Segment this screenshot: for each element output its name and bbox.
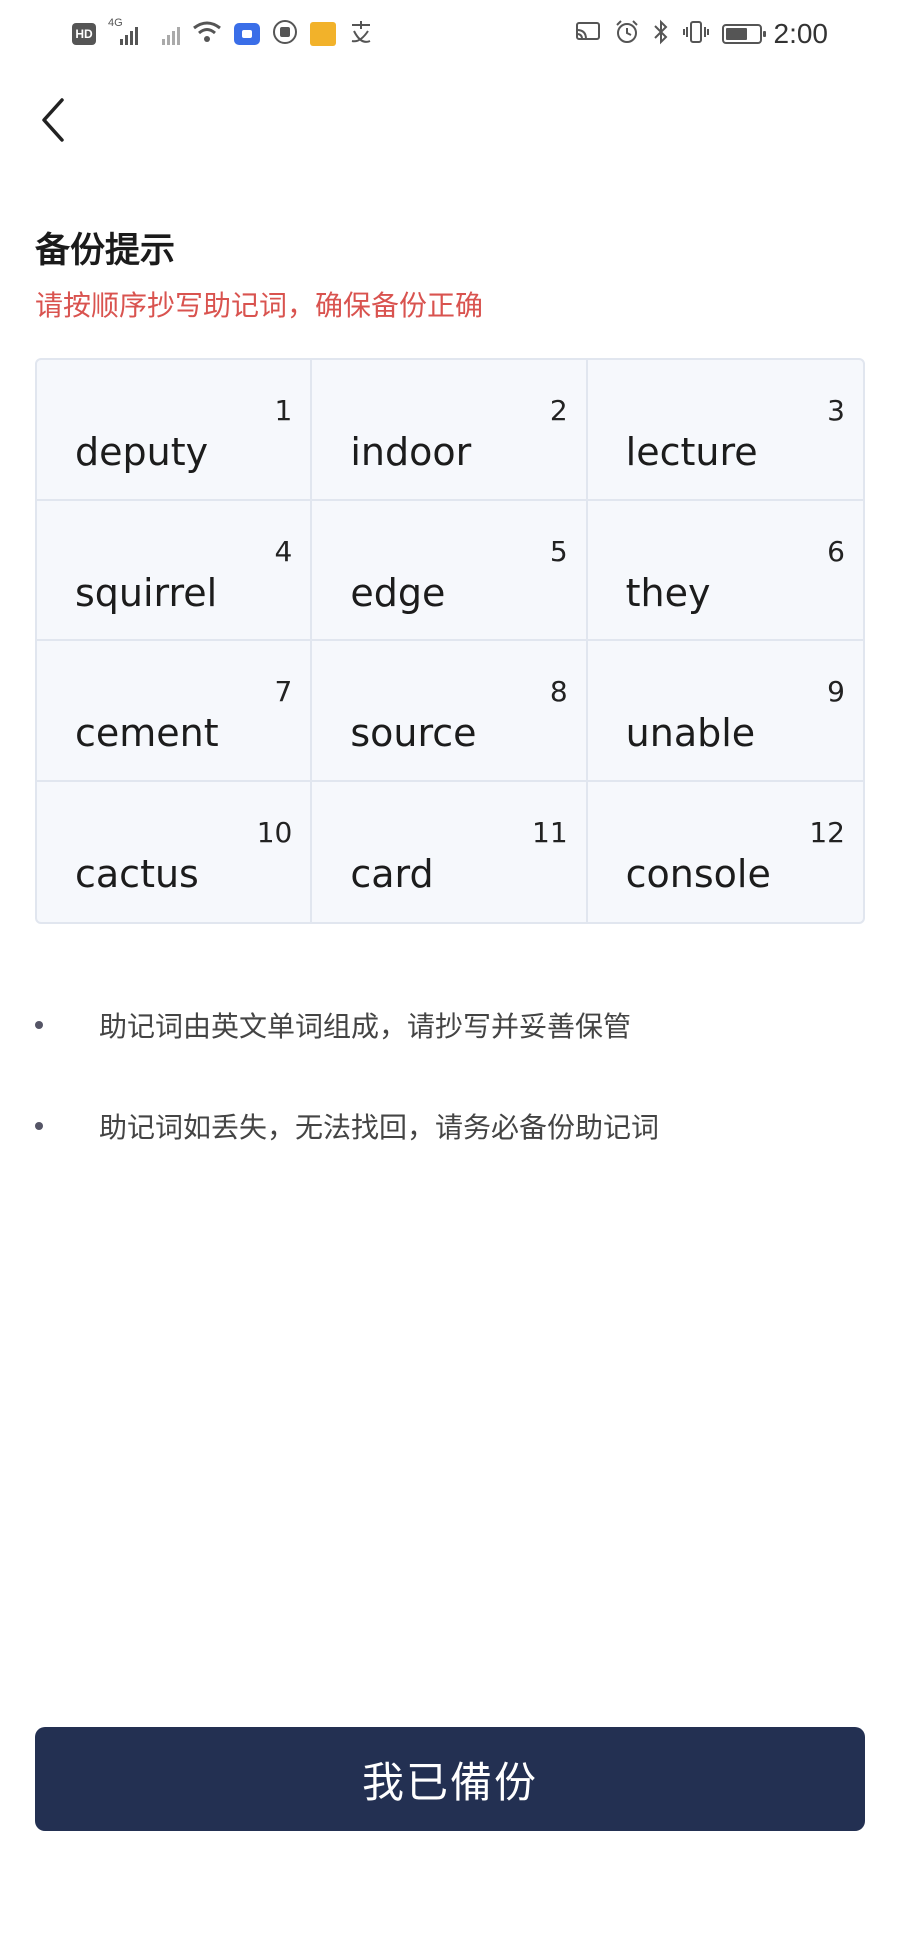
vibrate-icon bbox=[682, 19, 710, 49]
mnemonic-word: lecture bbox=[625, 430, 758, 474]
chevron-left-icon bbox=[38, 97, 68, 147]
battery-icon bbox=[721, 24, 766, 44]
mnemonic-word: deputy bbox=[75, 430, 209, 474]
wifi-icon bbox=[192, 20, 222, 48]
mnemonic-word: source bbox=[350, 711, 477, 755]
mnemonic-cell: 11 card bbox=[312, 781, 588, 922]
mnemonic-cell: 2 indoor bbox=[312, 360, 588, 501]
page-title: 备份提示 bbox=[35, 231, 176, 271]
mnemonic-cell: 3 lecture bbox=[587, 360, 863, 501]
backup-warning: 请按顺序抄写助记词，确保备份正确 bbox=[35, 289, 484, 322]
word-index: 8 bbox=[549, 675, 568, 708]
mnemonic-word: cactus bbox=[75, 851, 199, 896]
tip-text: 助记词由英文单词组成，请抄写并妥善保管 bbox=[99, 1010, 632, 1043]
word-index: 9 bbox=[827, 675, 845, 708]
bluetooth-icon bbox=[652, 19, 670, 49]
word-index: 4 bbox=[274, 534, 293, 568]
mnemonic-cell: 8 source bbox=[312, 641, 588, 782]
word-index: 5 bbox=[549, 534, 568, 568]
word-index: 3 bbox=[827, 394, 845, 427]
mnemonic-word: indoor bbox=[350, 430, 472, 474]
video-app-icon bbox=[234, 23, 260, 45]
cast-icon bbox=[574, 20, 602, 48]
mnemonic-word: card bbox=[350, 851, 434, 896]
tip-text: 助记词如丢失，无法找回，请务必备份助记词 bbox=[99, 1111, 660, 1144]
mnemonic-cell: 10 cactus bbox=[37, 781, 313, 922]
word-index: 11 bbox=[532, 815, 568, 849]
tip-item: 助记词如丢失，无法找回，请务必备份助记词 bbox=[35, 1106, 659, 1146]
mnemonic-word: edge bbox=[350, 570, 446, 615]
hd-icon: HD bbox=[72, 23, 96, 45]
confirm-backup-button[interactable]: 我已備份 bbox=[35, 1727, 865, 1831]
mnemonic-cell: 4 squirrel bbox=[37, 500, 313, 641]
bullet-icon bbox=[35, 1122, 43, 1130]
status-bar-left: HD 4G bbox=[72, 14, 374, 54]
status-bar-right: 2:00 bbox=[574, 14, 829, 54]
mnemonic-word: cement bbox=[75, 711, 219, 755]
bullet-icon bbox=[35, 1021, 43, 1029]
alarm-icon bbox=[614, 19, 640, 49]
tip-item: 助记词由英文单词组成，请抄写并妥善保管 bbox=[35, 1005, 631, 1045]
mnemonic-cell: 6 they bbox=[587, 501, 863, 641]
mnemonic-word: console bbox=[625, 851, 771, 896]
word-index: 10 bbox=[256, 815, 293, 849]
mnemonic-word: unable bbox=[625, 711, 756, 755]
signal-4g-icon: 4G bbox=[108, 17, 138, 47]
mnemonic-cell: 1 deputy bbox=[37, 360, 313, 501]
mnemonic-grid: 1 deputy 2 indoor 3 lecture 4 squirrel 5… bbox=[35, 358, 865, 924]
mnemonic-word: squirrel bbox=[75, 570, 218, 615]
mnemonic-cell: 12 console bbox=[588, 782, 863, 923]
mnemonic-cell: 9 unable bbox=[587, 641, 863, 782]
alipay-icon bbox=[348, 19, 374, 49]
yellow-app-icon bbox=[310, 22, 336, 46]
status-time: 2:00 bbox=[773, 18, 829, 49]
word-index: 6 bbox=[827, 534, 845, 568]
back-button[interactable] bbox=[28, 92, 78, 152]
mnemonic-word: they bbox=[625, 570, 711, 615]
signal-icon bbox=[150, 21, 180, 47]
word-index: 7 bbox=[274, 675, 293, 708]
word-index: 12 bbox=[809, 815, 845, 849]
mnemonic-cell: 5 edge bbox=[312, 500, 588, 641]
hand-app-icon bbox=[272, 19, 298, 49]
word-index: 1 bbox=[274, 394, 293, 427]
status-bar: HD 4G 2:00 bbox=[0, 0, 900, 68]
word-index: 2 bbox=[549, 394, 568, 427]
mnemonic-cell: 7 cement bbox=[37, 641, 313, 782]
